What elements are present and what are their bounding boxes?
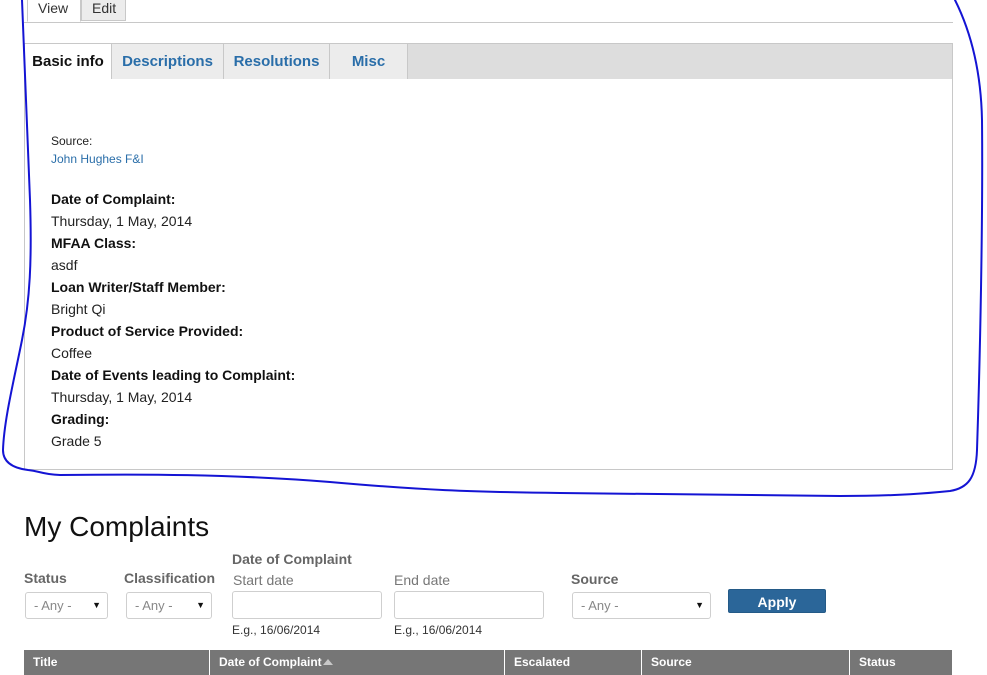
field-label-grading: Grading:: [51, 411, 110, 427]
field-label-mfaa-class: MFAA Class:: [51, 235, 137, 251]
status-select[interactable]: - Any - ▼: [25, 592, 108, 619]
field-label-product: Product of Service Provided:: [51, 323, 244, 339]
classification-select-value: - Any -: [135, 598, 173, 613]
source-link[interactable]: John Hughes F&I: [51, 152, 144, 166]
field-label-date-of-events: Date of Events leading to Complaint:: [51, 367, 296, 383]
primary-tabs: View Edit: [24, 0, 953, 23]
field-value-date-of-complaint: Thursday, 1 May, 2014: [51, 213, 193, 229]
status-select-value: - Any -: [34, 598, 72, 613]
tab-view[interactable]: View: [27, 0, 81, 22]
start-date-label: Start date: [233, 572, 294, 588]
dropdown-arrow-icon: ▼: [196, 600, 205, 610]
complaint-details-panel: Basic info Descriptions Resolutions Misc…: [24, 43, 953, 470]
source-select-value: - Any -: [581, 598, 619, 613]
dropdown-arrow-icon: ▼: [92, 600, 101, 610]
date-of-complaint-group-label: Date of Complaint: [232, 551, 352, 567]
source-select[interactable]: - Any - ▼: [572, 592, 711, 619]
tab-resolutions[interactable]: Resolutions: [224, 44, 330, 79]
column-header-date-label: Date of Complaint: [219, 655, 322, 669]
source-label: Source:: [51, 134, 93, 148]
column-header-title[interactable]: Title: [24, 650, 210, 675]
tab-misc[interactable]: Misc: [330, 44, 408, 79]
column-header-escalated[interactable]: Escalated: [505, 650, 642, 675]
complaints-table-header: Title Date of Complaint Escalated Source…: [24, 650, 952, 675]
end-date-input[interactable]: [394, 591, 544, 619]
tab-descriptions[interactable]: Descriptions: [112, 44, 224, 79]
field-list: Date of Complaint: Thursday, 1 May, 2014…: [51, 188, 295, 452]
start-date-hint: E.g., 16/06/2014: [232, 623, 321, 637]
source-filter-label: Source: [571, 571, 619, 587]
column-header-source[interactable]: Source: [642, 650, 850, 675]
classification-select[interactable]: - Any - ▼: [126, 592, 212, 619]
tab-basic-info[interactable]: Basic info: [25, 44, 112, 79]
field-value-loan-writer: Bright Qi: [51, 301, 106, 317]
page-title: My Complaints: [24, 511, 210, 542]
status-filter-label: Status: [24, 570, 67, 586]
tab-edit[interactable]: Edit: [81, 0, 126, 21]
start-date-input[interactable]: [232, 591, 382, 619]
field-value-product: Coffee: [51, 345, 92, 361]
field-label-date-of-complaint: Date of Complaint:: [51, 191, 176, 207]
column-header-date-of-complaint[interactable]: Date of Complaint: [210, 650, 505, 675]
column-header-status[interactable]: Status: [850, 650, 952, 675]
apply-button[interactable]: Apply: [728, 589, 826, 613]
field-label-loan-writer: Loan Writer/Staff Member:: [51, 279, 226, 295]
field-value-date-of-events: Thursday, 1 May, 2014: [51, 389, 193, 405]
field-value-grading: Grade 5: [51, 433, 102, 449]
section-tab-bar: Basic info Descriptions Resolutions Misc: [25, 44, 952, 79]
classification-filter-label: Classification: [124, 570, 216, 586]
basic-info-content: Source: John Hughes F&I Date of Complain…: [51, 132, 295, 452]
field-value-mfaa-class: asdf: [51, 257, 78, 273]
dropdown-arrow-icon: ▼: [695, 600, 704, 610]
end-date-label: End date: [394, 572, 451, 588]
sort-ascending-icon: [322, 659, 333, 665]
end-date-hint: E.g., 16/06/2014: [394, 623, 483, 637]
